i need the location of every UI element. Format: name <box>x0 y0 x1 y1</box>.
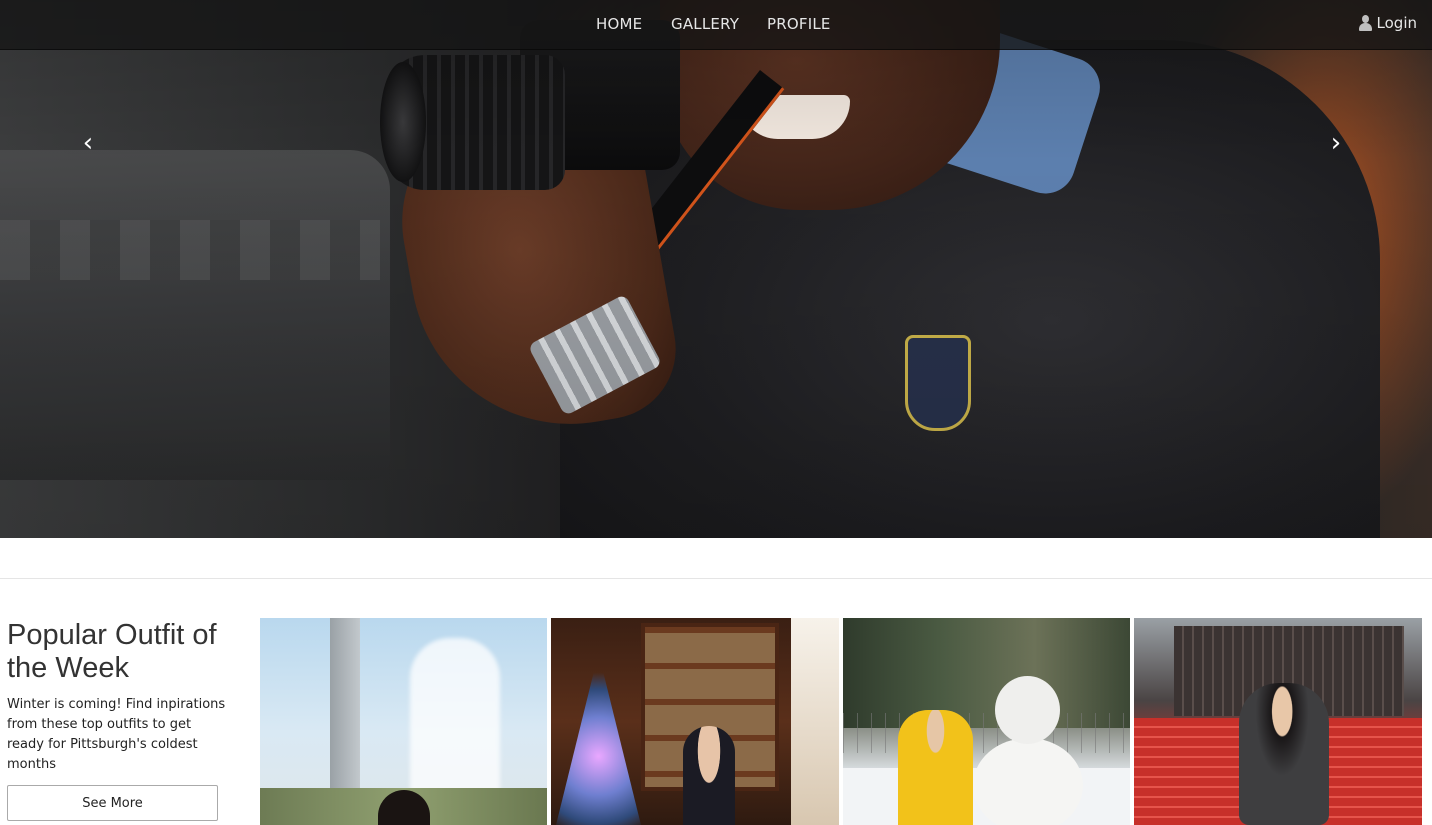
section-divider <box>0 578 1432 579</box>
person-shape <box>1239 683 1329 825</box>
outfit-photo-3[interactable] <box>843 618 1130 825</box>
outfit-photo-4[interactable] <box>1134 618 1422 825</box>
snowman-head-shape <box>995 676 1060 744</box>
popular-title: Popular Outfit of the Week <box>7 619 217 684</box>
trees-shape <box>843 618 1130 728</box>
christmas-tree-shape <box>556 653 641 825</box>
login-label: Login <box>1376 14 1417 32</box>
chevron-left-icon[interactable]: ‹ <box>73 128 103 158</box>
user-icon <box>1358 15 1373 31</box>
nav-home-link[interactable]: HOME <box>596 15 642 33</box>
person-shape <box>898 710 973 825</box>
hero-carousel: ‹ › <box>0 0 1432 538</box>
hero-vignette <box>0 0 1432 538</box>
navbar: HOME GALLERY PROFILE Login <box>0 0 1432 50</box>
nav-gallery-link[interactable]: GALLERY <box>671 15 739 33</box>
see-more-button[interactable]: See More <box>7 785 218 821</box>
person-shape <box>683 726 735 825</box>
chevron-right-icon[interactable]: › <box>1321 128 1351 158</box>
outfit-photo-1[interactable] <box>260 618 547 825</box>
outfit-photo-2[interactable] <box>551 618 839 825</box>
login-link[interactable]: Login <box>1358 14 1417 32</box>
nav-links: HOME GALLERY PROFILE <box>0 0 1432 49</box>
popular-description: Winter is coming! Find inpirations from … <box>7 697 226 772</box>
lamp-shape <box>791 618 839 825</box>
snowman-body-shape <box>973 738 1083 825</box>
nav-profile-link[interactable]: PROFILE <box>767 15 831 33</box>
fence-shape <box>843 713 1130 753</box>
